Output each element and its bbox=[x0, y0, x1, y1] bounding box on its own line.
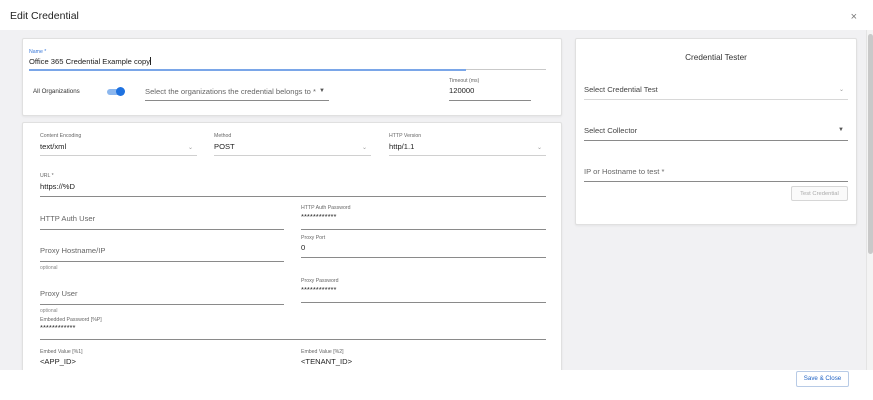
method-select[interactable]: Method POST ⌄ bbox=[214, 133, 371, 157]
http-auth-user-field[interactable]: HTTP Auth User bbox=[40, 209, 284, 231]
embedded-password-underline bbox=[40, 339, 546, 340]
all-organizations-label: All Organizations bbox=[33, 88, 80, 95]
credential-tester-title: Credential Tester bbox=[685, 53, 747, 62]
url-underline bbox=[40, 196, 546, 197]
toggle-knob bbox=[116, 87, 125, 96]
caret-down-icon: ▼ bbox=[838, 127, 844, 133]
chevron-down-icon: ⌄ bbox=[361, 145, 367, 151]
proxy-hostname-underline bbox=[40, 261, 284, 262]
general-card: Name * Office 365 Credential Example cop… bbox=[22, 38, 562, 116]
proxy-port-value: 0 bbox=[301, 243, 306, 252]
dialog-title: Edit Credential bbox=[10, 10, 79, 22]
save-close-button[interactable]: Save & Close bbox=[796, 371, 849, 387]
method-underline bbox=[214, 155, 371, 156]
close-icon[interactable]: × bbox=[851, 12, 857, 23]
scrollbar-thumb[interactable] bbox=[868, 34, 873, 254]
timeout-value: 120000 bbox=[449, 86, 475, 95]
ip-hostname-field[interactable]: IP or Hostname to test * bbox=[584, 166, 848, 182]
proxy-port-underline bbox=[301, 257, 546, 258]
proxy-user-helper: optional bbox=[40, 308, 58, 314]
name-label: Name * bbox=[29, 49, 47, 55]
content-encoding-label: Content Encoding bbox=[40, 133, 82, 139]
proxy-hostname-placeholder: Proxy Hostname/IP bbox=[40, 246, 106, 255]
proxy-hostname-helper: optional bbox=[40, 265, 58, 271]
embed-value-1-label: Embed Value [%1] bbox=[40, 349, 83, 355]
url-field[interactable]: URL * https://%D bbox=[40, 173, 546, 198]
name-underline bbox=[29, 69, 466, 71]
credential-test-underline bbox=[584, 99, 848, 100]
http-version-label: HTTP Version bbox=[389, 133, 422, 139]
organizations-select[interactable]: Select the organizations the credential … bbox=[145, 85, 329, 101]
http-auth-password-underline bbox=[301, 229, 546, 230]
scrollbar[interactable] bbox=[866, 30, 873, 370]
embed-value-1-value: <APP_ID> bbox=[40, 357, 76, 366]
http-config-card: Content Encoding text/xml ⌄ Method POST … bbox=[22, 122, 562, 370]
name-value: Office 365 Credential Example copy bbox=[29, 57, 151, 66]
embed-value-2-field[interactable]: Embed Value [%2] <TENANT_ID> bbox=[301, 349, 546, 370]
proxy-user-field[interactable]: Proxy User optional bbox=[40, 285, 284, 315]
embedded-password-field[interactable]: Embedded Password [%P] ************ bbox=[40, 317, 546, 341]
collector-underline bbox=[584, 140, 848, 141]
http-auth-user-placeholder: HTTP Auth User bbox=[40, 214, 96, 223]
url-value: https://%D bbox=[40, 182, 76, 191]
timeout-field[interactable]: Timeout (ms) 120000 bbox=[449, 78, 531, 102]
embed-value-1-field[interactable]: Embed Value [%1] <APP_ID> bbox=[40, 349, 284, 370]
proxy-password-value: ************ bbox=[301, 285, 337, 294]
timeout-underline bbox=[449, 100, 531, 101]
all-organizations-toggle[interactable] bbox=[107, 87, 125, 96]
credential-tester-card: Credential Tester Select Credential Test… bbox=[575, 38, 857, 225]
proxy-hostname-field[interactable]: Proxy Hostname/IP optional bbox=[40, 242, 284, 272]
url-label: URL * bbox=[40, 173, 54, 179]
organizations-underline bbox=[145, 100, 329, 101]
collector-select[interactable]: Select Collector ▼ bbox=[584, 125, 848, 141]
name-underline-rest bbox=[466, 69, 546, 70]
ip-hostname-placeholder: IP or Hostname to test * bbox=[584, 167, 665, 176]
timeout-label: Timeout (ms) bbox=[449, 78, 480, 84]
name-field[interactable]: Name * Office 365 Credential Example cop… bbox=[29, 49, 546, 71]
ip-hostname-underline bbox=[584, 181, 848, 182]
proxy-port-field[interactable]: Proxy Port 0 bbox=[301, 235, 546, 261]
content-encoding-underline bbox=[40, 155, 197, 156]
content-encoding-select[interactable]: Content Encoding text/xml ⌄ bbox=[40, 133, 197, 157]
http-version-underline bbox=[389, 155, 546, 156]
collector-placeholder: Select Collector bbox=[584, 126, 638, 135]
proxy-user-underline bbox=[40, 304, 284, 305]
http-auth-password-value: ************ bbox=[301, 212, 337, 221]
method-label: Method bbox=[214, 133, 232, 139]
chevron-down-icon: ⌄ bbox=[536, 145, 542, 151]
proxy-port-label: Proxy Port bbox=[301, 235, 326, 241]
http-auth-password-field[interactable]: HTTP Auth Password ************ bbox=[301, 205, 546, 231]
embed-value-2-value: <TENANT_ID> bbox=[301, 357, 353, 366]
credential-test-placeholder: Select Credential Test bbox=[584, 85, 658, 94]
caret-down-icon: ▼ bbox=[319, 88, 325, 94]
organizations-placeholder: Select the organizations the credential … bbox=[145, 87, 316, 96]
embedded-password-value: ************ bbox=[40, 323, 76, 332]
content-encoding-value: text/xml bbox=[40, 142, 67, 151]
test-credential-button[interactable]: Test Credential bbox=[791, 186, 848, 201]
chevron-down-icon: ⌄ bbox=[838, 87, 844, 93]
http-version-select[interactable]: HTTP Version http/1.1 ⌄ bbox=[389, 133, 546, 157]
proxy-user-placeholder: Proxy User bbox=[40, 289, 78, 298]
http-auth-password-label: HTTP Auth Password bbox=[301, 205, 351, 211]
credential-test-select[interactable]: Select Credential Test ⌄ bbox=[584, 84, 848, 100]
http-auth-user-underline bbox=[40, 229, 284, 230]
method-value: POST bbox=[214, 142, 235, 151]
dialog-body: Name * Office 365 Credential Example cop… bbox=[0, 30, 866, 370]
http-version-value: http/1.1 bbox=[389, 142, 415, 151]
chevron-down-icon: ⌄ bbox=[187, 145, 193, 151]
proxy-password-label: Proxy Password bbox=[301, 278, 339, 284]
dialog-footer bbox=[0, 370, 873, 400]
text-cursor bbox=[150, 57, 152, 65]
proxy-password-underline bbox=[301, 302, 546, 303]
proxy-password-field[interactable]: Proxy Password ************ bbox=[301, 278, 546, 304]
embed-value-2-label: Embed Value [%2] bbox=[301, 349, 344, 355]
